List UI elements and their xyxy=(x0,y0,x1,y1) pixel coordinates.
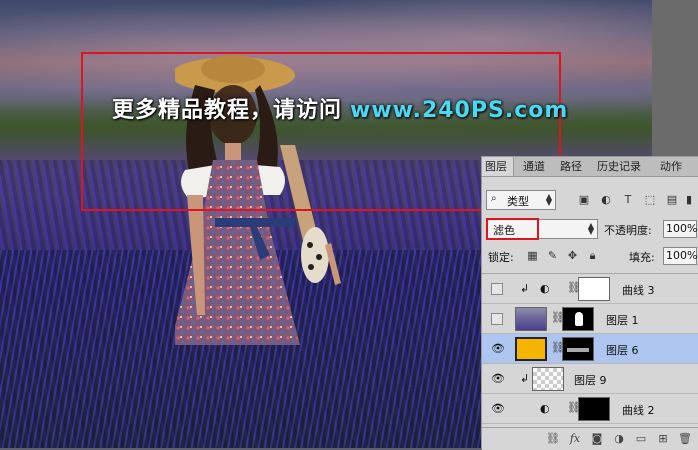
opacity-label: 不透明度: xyxy=(604,224,652,237)
eye-icon[interactable]: 👁︎ xyxy=(491,373,505,385)
panel-tabs: 图层 通道 路径 历史记录 动作 xyxy=(482,157,698,177)
layers-panel: 图层 通道 路径 历史记录 动作 ⌕ 类型 ▲ ▼ ▣ ◐ T ⬚ ▤ ▮ 滤色 … xyxy=(481,156,698,450)
watermark-text: 更多精品教程，请访问 xyxy=(112,98,343,123)
fill-label: 填充: xyxy=(629,251,655,264)
smart-object-filter-icon[interactable]: ▤ xyxy=(665,193,679,207)
clip-arrow-icon: ↲ xyxy=(520,282,530,295)
clip-arrow-icon: ↲ xyxy=(520,372,530,385)
text-filter-icon[interactable]: T xyxy=(621,193,635,207)
filter-type-select[interactable]: ⌕ 类型 ▲ ▼ xyxy=(486,190,556,210)
tab-paths[interactable]: 路径 xyxy=(557,157,589,176)
eye-icon[interactable]: 👁︎ xyxy=(491,403,505,415)
lock-move-icon[interactable]: ✥ xyxy=(566,249,579,262)
lock-label: 锁定: xyxy=(488,251,514,264)
layer-row-layer-1[interactable]: ⛓︎ 图层 1 xyxy=(482,304,698,334)
panel-footer: ⛓︎ fx ◙ ◑ ▭ ⊞ 🗑︎ xyxy=(482,427,698,450)
shape-filter-icon[interactable]: ⬚ xyxy=(643,193,657,207)
eye-icon[interactable]: 👁︎ xyxy=(491,343,505,355)
layers-list: ↲ ◐ ⛓︎ 曲线 3 ⛓︎ 图层 1 👁︎ ⛓︎ 图层 6 👁︎ ↲ 图层 9… xyxy=(482,273,698,434)
layer-name[interactable]: 图层 6 xyxy=(606,342,639,358)
curves-adjustment-icon: ◐ xyxy=(540,282,550,295)
curves-adjustment-icon: ◐ xyxy=(540,402,550,415)
filter-toggle[interactable]: ▮ xyxy=(684,193,694,207)
layer-name[interactable]: 曲线 3 xyxy=(622,282,655,298)
layer-row-curves-2[interactable]: 👁︎ ◐ ⛓︎ 曲线 2 xyxy=(482,394,698,424)
layer-row-layer-6[interactable]: 👁︎ ⛓︎ 图层 6 xyxy=(482,334,698,364)
visibility-toggle-off[interactable] xyxy=(491,283,503,295)
layer-name[interactable]: 图层 1 xyxy=(606,312,639,328)
adjustment-filter-icon[interactable]: ◐ xyxy=(599,193,613,207)
image-filter-icon[interactable]: ▣ xyxy=(577,193,591,207)
new-layer-icon[interactable]: ⊞ xyxy=(656,432,670,446)
layer-mask-thumbnail[interactable] xyxy=(578,397,610,421)
layer-thumbnail[interactable] xyxy=(515,307,547,331)
layer-thumbnail[interactable] xyxy=(515,337,547,361)
layer-mask-thumbnail[interactable] xyxy=(562,307,594,331)
adjustment-icon[interactable]: ◑ xyxy=(612,432,626,446)
fill-input[interactable]: 100% xyxy=(663,247,697,265)
tab-layers[interactable]: 图层 xyxy=(482,157,514,176)
layer-thumbnail[interactable] xyxy=(532,367,564,391)
lock-all-icon[interactable]: 🔒︎ xyxy=(586,249,599,262)
watermark: 更多精品教程，请访问 www.240PS.com xyxy=(112,92,568,124)
layer-name[interactable]: 图层 9 xyxy=(574,372,607,388)
layer-name[interactable]: 曲线 2 xyxy=(622,402,655,418)
watermark-url: www.240PS.com xyxy=(350,98,569,123)
chevron-updown-icon: ▲ ▼ xyxy=(545,192,552,207)
trash-icon[interactable]: 🗑︎ xyxy=(678,432,692,446)
layer-mask-thumbnail[interactable] xyxy=(578,277,610,301)
search-icon: ⌕ xyxy=(491,193,497,204)
layer-mask-thumbnail[interactable] xyxy=(562,337,594,361)
fx-icon[interactable]: fx xyxy=(568,432,582,446)
blend-mode-highlight xyxy=(486,218,539,240)
lock-transparency-icon[interactable]: ▦ xyxy=(526,249,539,262)
visibility-toggle-off[interactable] xyxy=(491,313,503,325)
layer-row-curves-3[interactable]: ↲ ◐ ⛓︎ 曲线 3 xyxy=(482,274,698,304)
group-icon[interactable]: ▭ xyxy=(634,432,648,446)
mask-icon[interactable]: ◙ xyxy=(590,432,604,446)
tab-channels[interactable]: 通道 xyxy=(520,157,552,176)
filter-type-label: 类型 xyxy=(507,195,529,208)
link-icon[interactable]: ⛓︎ xyxy=(546,432,560,446)
chevron-updown-icon: ▲ ▼ xyxy=(587,221,594,236)
lock-brush-icon[interactable]: ✎ xyxy=(546,249,559,262)
tab-history[interactable]: 历史记录 xyxy=(594,157,650,176)
layer-row-layer-9[interactable]: 👁︎ ↲ 图层 9 xyxy=(482,364,698,394)
tab-actions[interactable]: 动作 xyxy=(657,157,689,176)
canvas-edge xyxy=(652,0,698,158)
opacity-input[interactable]: 100% xyxy=(663,220,697,238)
